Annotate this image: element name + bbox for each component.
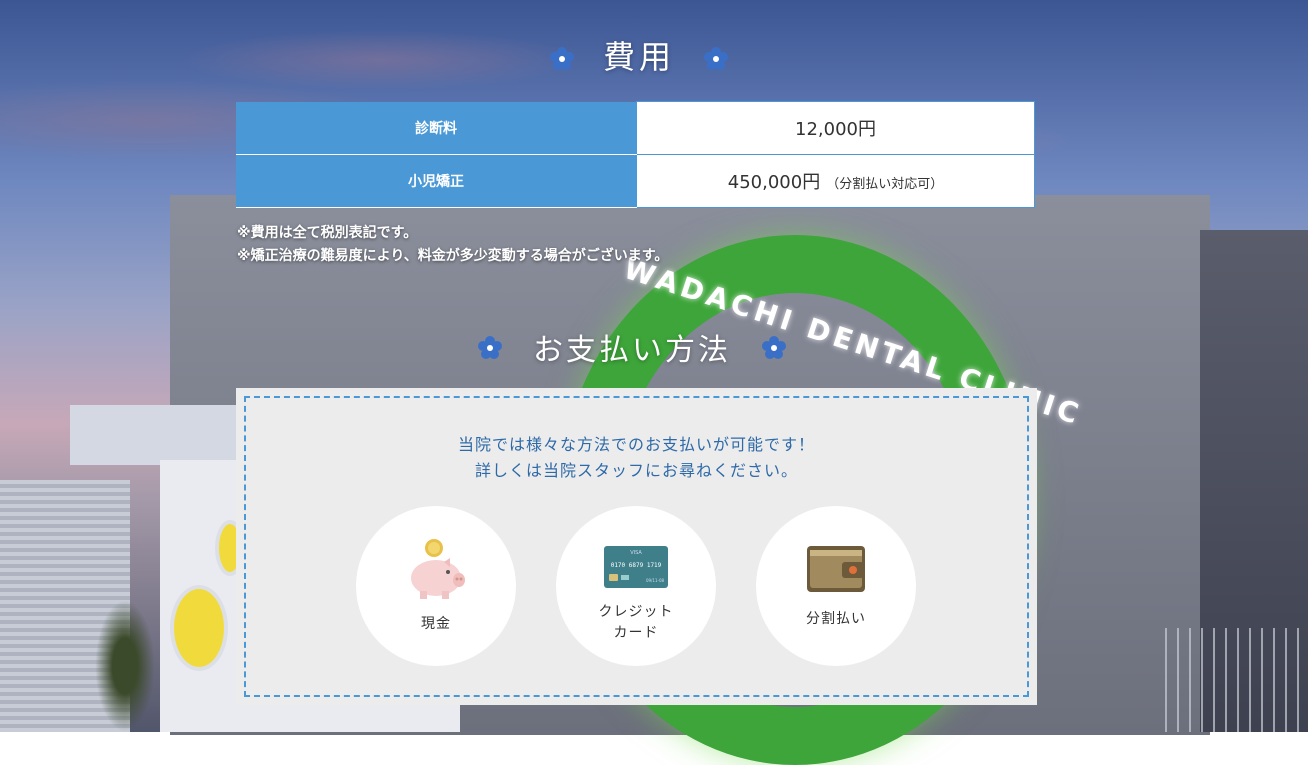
credit-card-icon: VISA 0170 6879 1719 09/11-08 bbox=[556, 536, 716, 600]
payment-intro: 当院では様々な方法でのお支払いが可能です！ 詳しくは当院スタッフにお尋ねください… bbox=[246, 432, 1027, 484]
fee-value: 12,000円 bbox=[636, 101, 1035, 155]
fee-amount: 450,000円 bbox=[727, 172, 821, 193]
table-row: 診断料 12,000円 bbox=[236, 101, 1035, 155]
fee-note-line: ※矯正治療の難易度により、料金が多少変動する場合がございます。 bbox=[237, 248, 669, 264]
payment-method-cash: 現金 bbox=[356, 506, 516, 666]
flower-icon bbox=[761, 334, 787, 360]
payment-intro-line: 当院では様々な方法でのお支払いが可能です！ bbox=[457, 435, 815, 454]
table-row: 小児矯正 450,000円 （分割払い対応可） bbox=[236, 154, 1035, 208]
payment-intro-line: 詳しくは当院スタッフにお尋ねください。 bbox=[474, 461, 798, 480]
payment-panel-border: 当院では様々な方法でのお支払いが可能です！ 詳しくは当院スタッフにお尋ねください… bbox=[244, 396, 1029, 697]
fence bbox=[1165, 628, 1308, 732]
payment-method-label: 現金 bbox=[421, 616, 451, 632]
piggy-bank-icon bbox=[356, 536, 516, 600]
payment-method-label: クレジット カード bbox=[556, 602, 716, 644]
fee-label: 小児矯正 bbox=[236, 154, 637, 208]
fees-table: 診断料 12,000円 小児矯正 450,000円 （分割払い対応可） bbox=[236, 101, 1035, 208]
payment-title: お支払い方法 bbox=[533, 333, 731, 368]
card-number: 0170 6879 1719 bbox=[611, 562, 662, 569]
fee-label: 診断料 bbox=[236, 101, 637, 155]
payment-method-credit: VISA 0170 6879 1719 09/11-08 クレジット カード bbox=[556, 506, 716, 666]
payment-heading: お支払い方法 bbox=[477, 325, 787, 369]
card-expiry: 09/11-08 bbox=[646, 578, 665, 583]
fee-note-line: ※費用は全て税別表記です。 bbox=[237, 225, 418, 241]
fee-value: 450,000円 （分割払い対応可） bbox=[636, 154, 1035, 208]
wallet-icon bbox=[756, 536, 916, 600]
flower-icon bbox=[549, 42, 575, 70]
fees-heading: 費用 bbox=[549, 32, 729, 78]
card-brand: VISA bbox=[630, 550, 642, 556]
tree bbox=[95, 600, 155, 732]
payment-method-label-line: カード bbox=[613, 625, 659, 641]
fees-title: 費用 bbox=[603, 38, 676, 76]
fees-notes: ※費用は全て税別表記です。 ※矯正治療の難易度により、料金が多少変動する場合がご… bbox=[237, 222, 668, 268]
payment-panel: 当院では様々な方法でのお支払いが可能です！ 詳しくは当院スタッフにお尋ねください… bbox=[236, 388, 1037, 705]
flower-icon bbox=[477, 334, 503, 360]
fee-note: （分割払い対応可） bbox=[826, 177, 944, 192]
payment-method-label-line: クレジット bbox=[598, 604, 674, 620]
payment-method-label: 分割払い bbox=[806, 611, 866, 627]
round-window bbox=[170, 585, 228, 671]
payment-method-installment: 分割払い bbox=[756, 506, 916, 666]
fee-amount: 12,000円 bbox=[795, 119, 876, 140]
flower-icon bbox=[703, 42, 729, 70]
